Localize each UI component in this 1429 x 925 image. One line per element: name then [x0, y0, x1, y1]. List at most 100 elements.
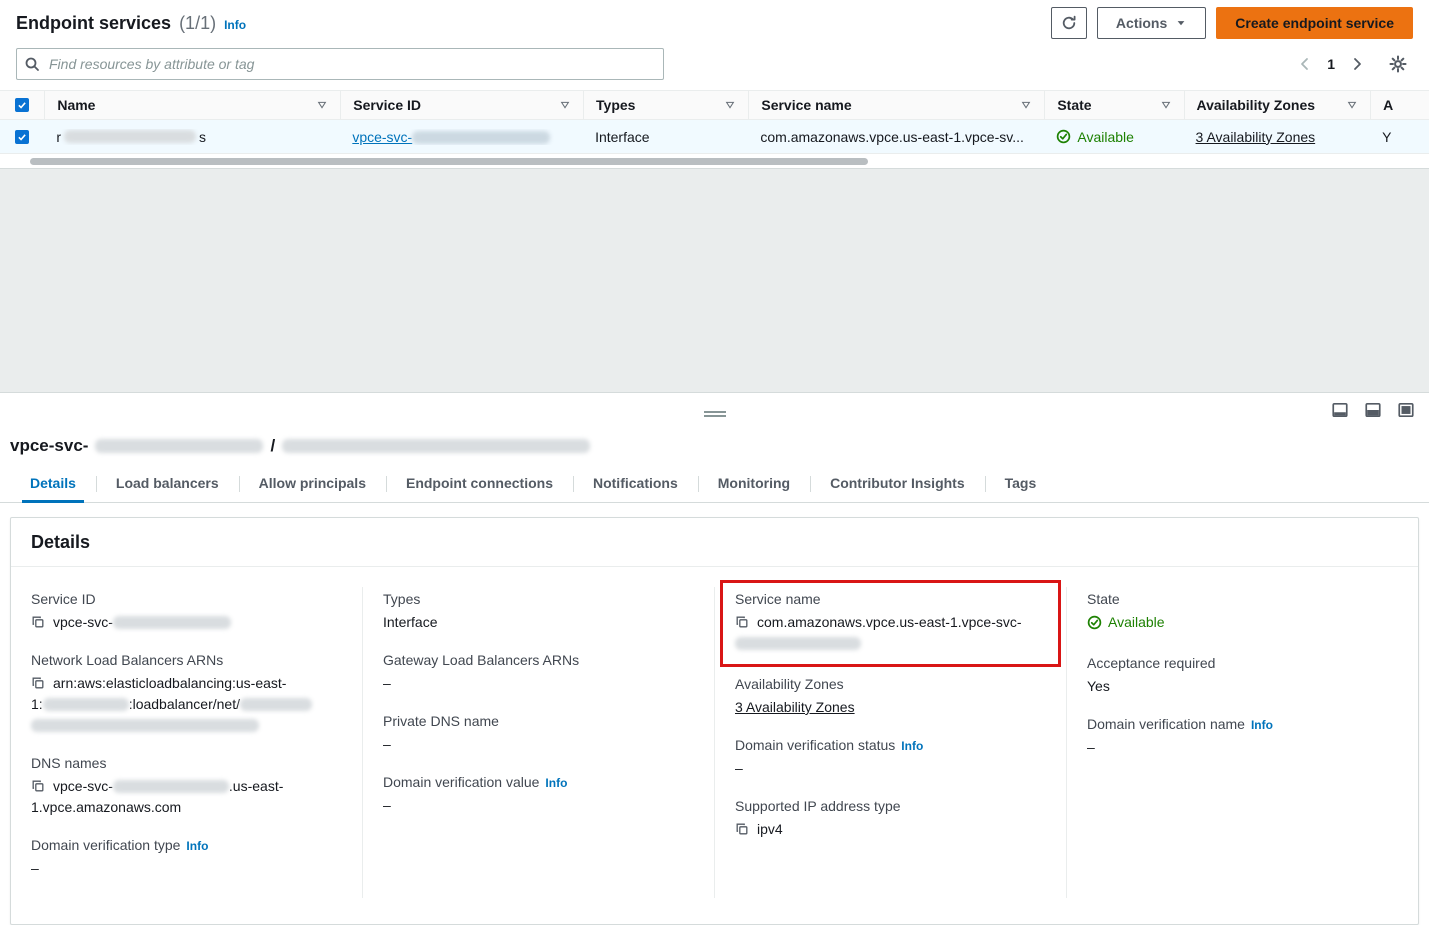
- chevron-right-icon: [1349, 56, 1365, 72]
- layout-full-button[interactable]: [1397, 401, 1415, 419]
- column-header-name[interactable]: Name: [44, 91, 340, 119]
- copy-icon[interactable]: [735, 615, 749, 629]
- tab-allow-principals[interactable]: Allow principals: [239, 466, 386, 502]
- endpoint-services-table: Name Service ID Types Service name State…: [0, 90, 1429, 168]
- column-header-availability-zones[interactable]: Availability Zones: [1184, 91, 1371, 119]
- row-checkbox-cell: [0, 130, 44, 144]
- column-header-service-id[interactable]: Service ID: [340, 91, 583, 119]
- field-value: –: [383, 795, 694, 816]
- panel-title: vpce-svc- /: [0, 430, 1429, 462]
- clipped-text: Y: [1382, 129, 1391, 145]
- field-label: Domain verification name Info: [1087, 716, 1398, 732]
- field-label: Acceptance required: [1087, 655, 1398, 671]
- horizontal-scrollbar[interactable]: [30, 158, 868, 165]
- cell-name: rs: [44, 129, 340, 145]
- service-id-text: vpce-svc-: [352, 129, 412, 145]
- column-header-clipped[interactable]: A: [1370, 91, 1429, 119]
- tab-details[interactable]: Details: [10, 466, 96, 502]
- detail-tabs: Details Load balancers Allow principals …: [0, 462, 1429, 503]
- next-page-button[interactable]: [1347, 54, 1367, 74]
- label-text: Domain verification name: [1087, 716, 1245, 732]
- actions-button[interactable]: Actions: [1097, 7, 1206, 39]
- details-column-1: Service ID vpce-svc- Network Load Balanc…: [11, 587, 362, 898]
- redacted-text: [95, 439, 263, 453]
- filter-icon[interactable]: [1346, 99, 1358, 111]
- label-text: Domain verification status: [735, 737, 895, 753]
- panel-layout-buttons: [1331, 401, 1415, 419]
- state-text: Available: [1108, 612, 1165, 633]
- value-text: vpce-svc-: [53, 614, 113, 630]
- label-text: Domain verification value: [383, 774, 539, 790]
- cell-service-name: com.amazonaws.vpce.us-east-1.vpce-sv...: [748, 129, 1044, 145]
- current-page[interactable]: 1: [1317, 56, 1345, 72]
- column-label: A: [1383, 97, 1393, 113]
- layout-bottom-button[interactable]: [1331, 401, 1349, 419]
- field-value: Available: [1087, 612, 1398, 636]
- redacted-text: [113, 616, 231, 629]
- state-text: Available: [1077, 129, 1134, 145]
- field-domain-verification-name: Domain verification nameInfo –: [1087, 716, 1398, 758]
- tab-tags[interactable]: Tags: [985, 466, 1057, 502]
- value-text: com.amazonaws.vpce.us-east-1.vpce-svc-: [757, 614, 1022, 630]
- label-text: Domain verification type: [31, 837, 180, 853]
- filter-icon[interactable]: [1020, 99, 1032, 111]
- copy-icon[interactable]: [31, 779, 45, 793]
- panel-resize-handle[interactable]: [704, 411, 726, 413]
- tab-contributor-insights[interactable]: Contributor Insights: [810, 466, 985, 502]
- value-text: arn:aws:elasticloadbalancing:us-east-: [53, 675, 286, 691]
- service-id-link[interactable]: vpce-svc-: [352, 129, 550, 145]
- info-link[interactable]: Info: [186, 839, 208, 853]
- table-header-row: Name Service ID Types Service name State…: [0, 90, 1429, 120]
- tab-monitoring[interactable]: Monitoring: [698, 466, 810, 502]
- field-domain-verification-status: Domain verification statusInfo –: [735, 737, 1046, 779]
- field-label: Network Load Balancers ARNs: [31, 652, 342, 668]
- create-endpoint-service-button[interactable]: Create endpoint service: [1216, 7, 1413, 39]
- refresh-icon: [1061, 15, 1077, 31]
- column-label: Service ID: [353, 97, 421, 113]
- info-link[interactable]: Info: [545, 776, 567, 790]
- caret-down-icon: [1175, 17, 1187, 29]
- column-header-types[interactable]: Types: [583, 91, 748, 119]
- refresh-button[interactable]: [1051, 7, 1087, 39]
- value-text: 1.vpce.amazonaws.com: [31, 799, 181, 815]
- copy-icon[interactable]: [31, 615, 45, 629]
- search-input[interactable]: [16, 48, 664, 80]
- field-value: arn:aws:elasticloadbalancing:us-east- 1:…: [31, 673, 342, 736]
- filter-icon[interactable]: [1160, 99, 1172, 111]
- filter-icon[interactable]: [724, 99, 736, 111]
- select-all-checkbox[interactable]: [15, 98, 29, 112]
- page-info-link[interactable]: Info: [224, 18, 246, 32]
- tab-endpoint-connections[interactable]: Endpoint connections: [386, 466, 573, 502]
- field-label: Domain verification type Info: [31, 837, 342, 853]
- value-text: ipv4: [757, 821, 783, 837]
- status-badge: Available: [1056, 129, 1134, 145]
- column-label: Name: [57, 97, 95, 113]
- endpoint-services-page: Endpoint services (1/1) Info Actions Cre…: [0, 0, 1429, 925]
- availability-zones-link[interactable]: 3 Availability Zones: [735, 699, 855, 715]
- column-header-state[interactable]: State: [1044, 91, 1183, 119]
- info-link[interactable]: Info: [1251, 718, 1273, 732]
- copy-icon[interactable]: [31, 676, 45, 690]
- tab-notifications[interactable]: Notifications: [573, 466, 698, 502]
- field-acceptance-required: Acceptance required Yes: [1087, 655, 1398, 697]
- details-card-title: Details: [31, 532, 1398, 553]
- column-header-service-name[interactable]: Service name: [748, 91, 1044, 119]
- gear-icon: [1389, 55, 1407, 73]
- cell-state: Available: [1044, 129, 1183, 145]
- cell-service-id: vpce-svc-: [340, 129, 583, 145]
- table-row[interactable]: rs vpce-svc- Interface com.amazonaws.vpc…: [0, 120, 1429, 154]
- previous-page-button[interactable]: [1295, 54, 1315, 74]
- availability-zones-link[interactable]: 3 Availability Zones: [1196, 129, 1316, 145]
- field-label: Gateway Load Balancers ARNs: [383, 652, 694, 668]
- filter-icon[interactable]: [316, 99, 328, 111]
- copy-icon[interactable]: [735, 822, 749, 836]
- preferences-button[interactable]: [1389, 55, 1407, 73]
- tab-load-balancers[interactable]: Load balancers: [96, 466, 239, 502]
- details-column-4: State Available Acceptance required Yes: [1066, 587, 1418, 898]
- filter-icon[interactable]: [559, 99, 571, 111]
- horizontal-scrollbar-track: [0, 154, 1429, 168]
- layout-split-button[interactable]: [1364, 401, 1382, 419]
- field-label: Domain verification value Info: [383, 774, 694, 790]
- info-link[interactable]: Info: [901, 739, 923, 753]
- row-checkbox[interactable]: [15, 130, 29, 144]
